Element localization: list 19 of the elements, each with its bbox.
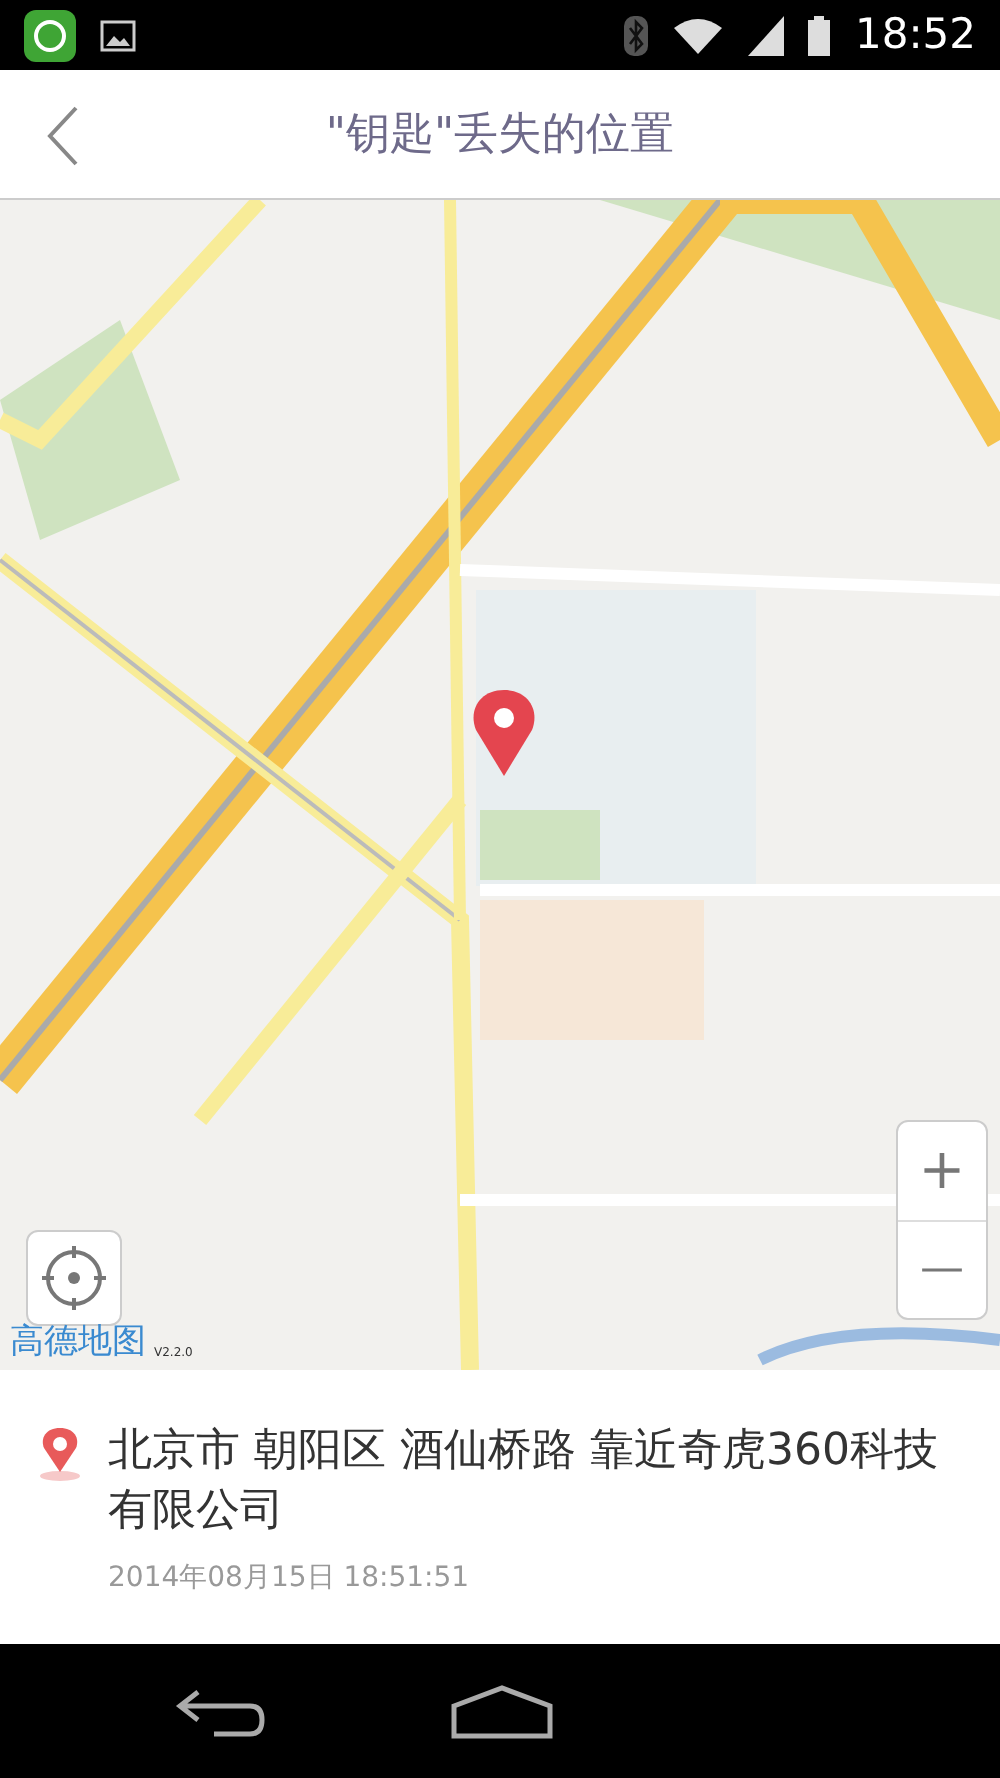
wifi-icon — [672, 15, 725, 55]
battery-icon — [808, 15, 831, 55]
map-logo: 高德地图 — [10, 1326, 146, 1360]
bluetooth-icon — [624, 15, 649, 55]
address-text: 北京市 朝阳区 酒仙桥路 靠近奇虎360科技有限公司 — [108, 1424, 940, 1540]
status-time: 18:52 — [854, 7, 976, 62]
signal-icon — [748, 15, 785, 55]
location-pin-icon — [36, 1426, 84, 1482]
home-icon — [450, 1683, 554, 1739]
timestamp-text: 2014年08月15日 18:51:51 — [108, 1560, 472, 1598]
crosshair-icon — [42, 1246, 106, 1310]
locate-button[interactable] — [26, 1230, 122, 1326]
image-icon — [100, 19, 136, 51]
zoom-out-button[interactable]: — — [898, 1221, 986, 1318]
back-arrow-icon — [174, 1685, 266, 1737]
header-title: "钥匙"丢失的位置 — [325, 107, 675, 163]
back-icon — [44, 104, 80, 168]
app-icon — [24, 9, 76, 61]
zoom-in-button[interactable]: + — [898, 1122, 986, 1221]
